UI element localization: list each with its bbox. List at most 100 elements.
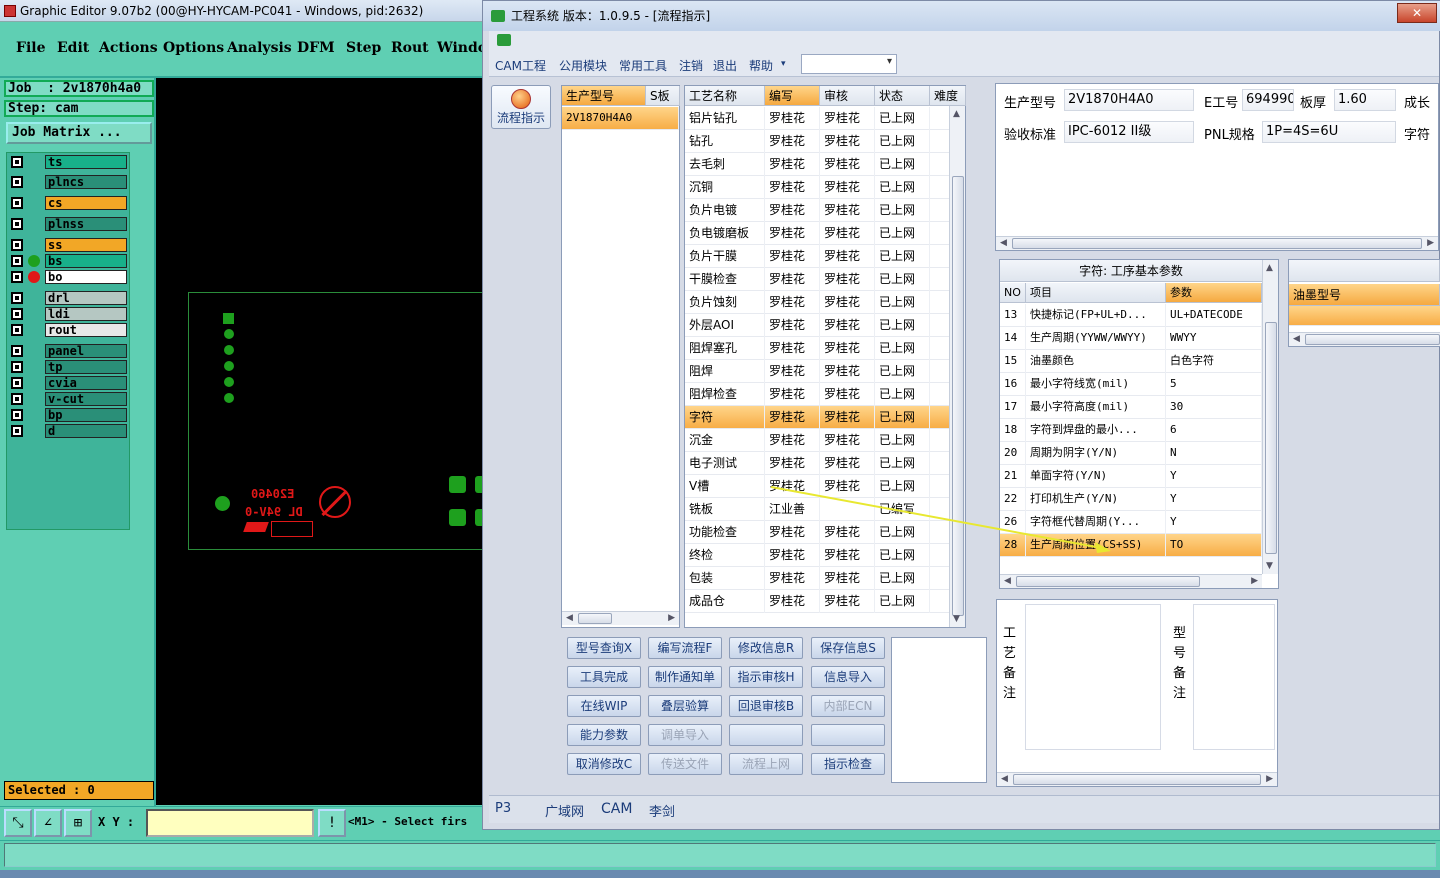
layer-checkbox[interactable] [11, 218, 23, 230]
layer-row[interactable]: plncs [9, 175, 129, 189]
params-row[interactable]: 13 快捷标记(FP+UL+D... UL+DATECODE [1000, 304, 1262, 327]
layer-checkbox[interactable] [11, 324, 23, 336]
process-row[interactable]: 成品仓 罗桂花 罗桂花 已上网 [685, 590, 949, 613]
layer-row[interactable]: ss [9, 238, 129, 252]
process-row[interactable]: 去毛刺 罗桂花 罗桂花 已上网 [685, 153, 949, 176]
layer-checkbox[interactable] [11, 425, 23, 437]
layer-row[interactable]: d [9, 424, 129, 438]
process-row[interactable]: 干膜检查 罗桂花 罗桂花 已上网 [685, 268, 949, 291]
ink-hscroll[interactable]: ◀ [1289, 332, 1440, 346]
layer-row[interactable]: rout [9, 323, 129, 337]
model-row[interactable]: 2V1870H4A0 [562, 107, 679, 130]
bottom-tab[interactable]: CAM [601, 801, 632, 817]
process-row[interactable]: 负电镀磨板 罗桂花 罗桂花 已上网 [685, 222, 949, 245]
layer-checkbox[interactable] [11, 239, 23, 251]
cam-menu-item[interactable]: 常用工具 [619, 57, 667, 74]
pnl-field[interactable]: 1P=4S=6U [1262, 121, 1396, 143]
flow-indicator-button[interactable]: 流程指示 [491, 85, 551, 129]
process-row[interactable]: 负片蚀刻 罗桂花 罗桂花 已上网 [685, 291, 949, 314]
model-note-text[interactable] [1193, 604, 1275, 750]
action-button[interactable]: 叠层验算 [648, 695, 722, 717]
layer-row[interactable]: ts [9, 155, 129, 169]
layer-checkbox[interactable] [11, 156, 23, 168]
process-row[interactable]: 沉铜 罗桂花 罗桂花 已上网 [685, 176, 949, 199]
process-row[interactable]: 钻孔 罗桂花 罗桂花 已上网 [685, 130, 949, 153]
e-number-field[interactable]: 694990 [1242, 89, 1294, 111]
action-button[interactable]: 型号查询X [567, 637, 641, 659]
process-header[interactable]: 审核 [820, 86, 875, 106]
bottom-tab[interactable]: 李剑 [649, 801, 675, 820]
action-button[interactable]: 工具完成 [567, 666, 641, 688]
warning-button[interactable]: ! [318, 809, 346, 837]
layer-row[interactable]: panel [9, 344, 129, 358]
notes-hscroll[interactable]: ◀ ▶ [997, 772, 1277, 786]
params-vscroll[interactable]: ▲ ▼ [1262, 260, 1278, 574]
layer-row[interactable]: cvia [9, 376, 129, 390]
layer-row[interactable]: cs [9, 196, 129, 210]
params-row[interactable]: 14 生产周期(YYWW/WWYY) WWYY [1000, 327, 1262, 350]
process-vscroll[interactable]: ▲ ▼ [949, 106, 965, 627]
bottom-tab[interactable]: P3 [495, 801, 511, 816]
snap-button[interactable]: ⊞ [64, 809, 92, 837]
thickness-field[interactable]: 1.60 [1334, 89, 1396, 111]
action-button[interactable]: 指示检查 [811, 753, 885, 775]
params-row[interactable]: 17 最小字符高度(mil) 30 [1000, 396, 1262, 419]
ge-menu-dfm[interactable]: DFM [297, 40, 335, 56]
ink-row[interactable] [1289, 306, 1440, 326]
process-row[interactable]: 阻焊塞孔 罗桂花 罗桂花 已上网 [685, 337, 949, 360]
xy-input[interactable] [146, 809, 314, 837]
layer-row[interactable]: drl [9, 291, 129, 305]
layer-checkbox[interactable] [11, 292, 23, 304]
layer-checkbox[interactable] [11, 308, 23, 320]
model-hscroll[interactable]: ◀ ▶ [562, 611, 679, 625]
process-header[interactable]: 状态 [875, 86, 930, 106]
ge-menu-rout[interactable]: Rout [391, 40, 429, 56]
ge-menu-windo[interactable]: Windo [437, 40, 487, 56]
process-header[interactable]: 编写 [765, 86, 820, 106]
process-row[interactable]: 电子测试 罗桂花 罗桂花 已上网 [685, 452, 949, 475]
bottom-tab[interactable]: 广域网 [545, 801, 584, 820]
action-button[interactable]: 调单导入 [648, 724, 722, 746]
action-button[interactable]: 修改信息R [729, 637, 803, 659]
cam-menu-item[interactable]: 公用模块 [559, 57, 607, 74]
layer-checkbox[interactable] [11, 271, 23, 283]
layer-checkbox[interactable] [11, 176, 23, 188]
action-button[interactable]: 能力参数 [567, 724, 641, 746]
action-button[interactable] [811, 724, 885, 746]
graphic-canvas[interactable]: E20460 DL 94V-0 [156, 78, 485, 805]
process-row[interactable]: 阻焊 罗桂花 罗桂花 已上网 [685, 360, 949, 383]
layer-row[interactable]: bo [9, 270, 129, 284]
layer-checkbox[interactable] [11, 393, 23, 405]
layer-checkbox[interactable] [11, 345, 23, 357]
action-button[interactable]: 回退审核B [729, 695, 803, 717]
process-row[interactable]: 字符 罗桂花 罗桂花 已上网 [685, 406, 949, 429]
layer-row[interactable]: ldi [9, 307, 129, 321]
action-button[interactable]: 制作通知单 [648, 666, 722, 688]
params-row[interactable]: 22 打印机生产(Y/N) Y [1000, 488, 1262, 511]
job-matrix-button[interactable]: Job Matrix ... [6, 122, 152, 144]
action-button[interactable]: 编写流程F [648, 637, 722, 659]
params-row[interactable]: 26 字符框代替周期(Y... Y [1000, 511, 1262, 534]
process-row[interactable]: 功能检查 罗桂花 罗桂花 已上网 [685, 521, 949, 544]
process-row[interactable]: 负片电镀 罗桂花 罗桂花 已上网 [685, 199, 949, 222]
info-hscroll[interactable]: ◀ ▶ [996, 236, 1438, 250]
cam-menu-item[interactable]: 注销 [679, 57, 703, 74]
action-button[interactable]: 保存信息S [811, 637, 885, 659]
process-row[interactable]: 沉金 罗桂花 罗桂花 已上网 [685, 429, 949, 452]
process-row[interactable]: 终检 罗桂花 罗桂花 已上网 [685, 544, 949, 567]
cam-menu-item[interactable]: 帮助 [749, 57, 773, 74]
layer-checkbox[interactable] [11, 255, 23, 267]
layer-checkbox[interactable] [11, 197, 23, 209]
process-row[interactable]: V槽 罗桂花 罗桂花 已上网 [685, 475, 949, 498]
process-note-text[interactable] [1025, 604, 1161, 750]
layer-row[interactable]: bs [9, 254, 129, 268]
layer-checkbox[interactable] [11, 409, 23, 421]
action-button[interactable]: 流程上网 [729, 753, 803, 775]
measure-button[interactable]: ∠ [34, 809, 62, 837]
process-header[interactable]: 工艺名称 [685, 86, 765, 106]
params-row[interactable]: 16 最小字符线宽(mil) 5 [1000, 373, 1262, 396]
params-header[interactable]: 项目 [1026, 283, 1166, 303]
ge-menu-actions[interactable]: Actions [99, 40, 158, 56]
ge-menu-analysis[interactable]: Analysis [227, 40, 292, 56]
s-board-header[interactable]: S板 [646, 86, 680, 106]
